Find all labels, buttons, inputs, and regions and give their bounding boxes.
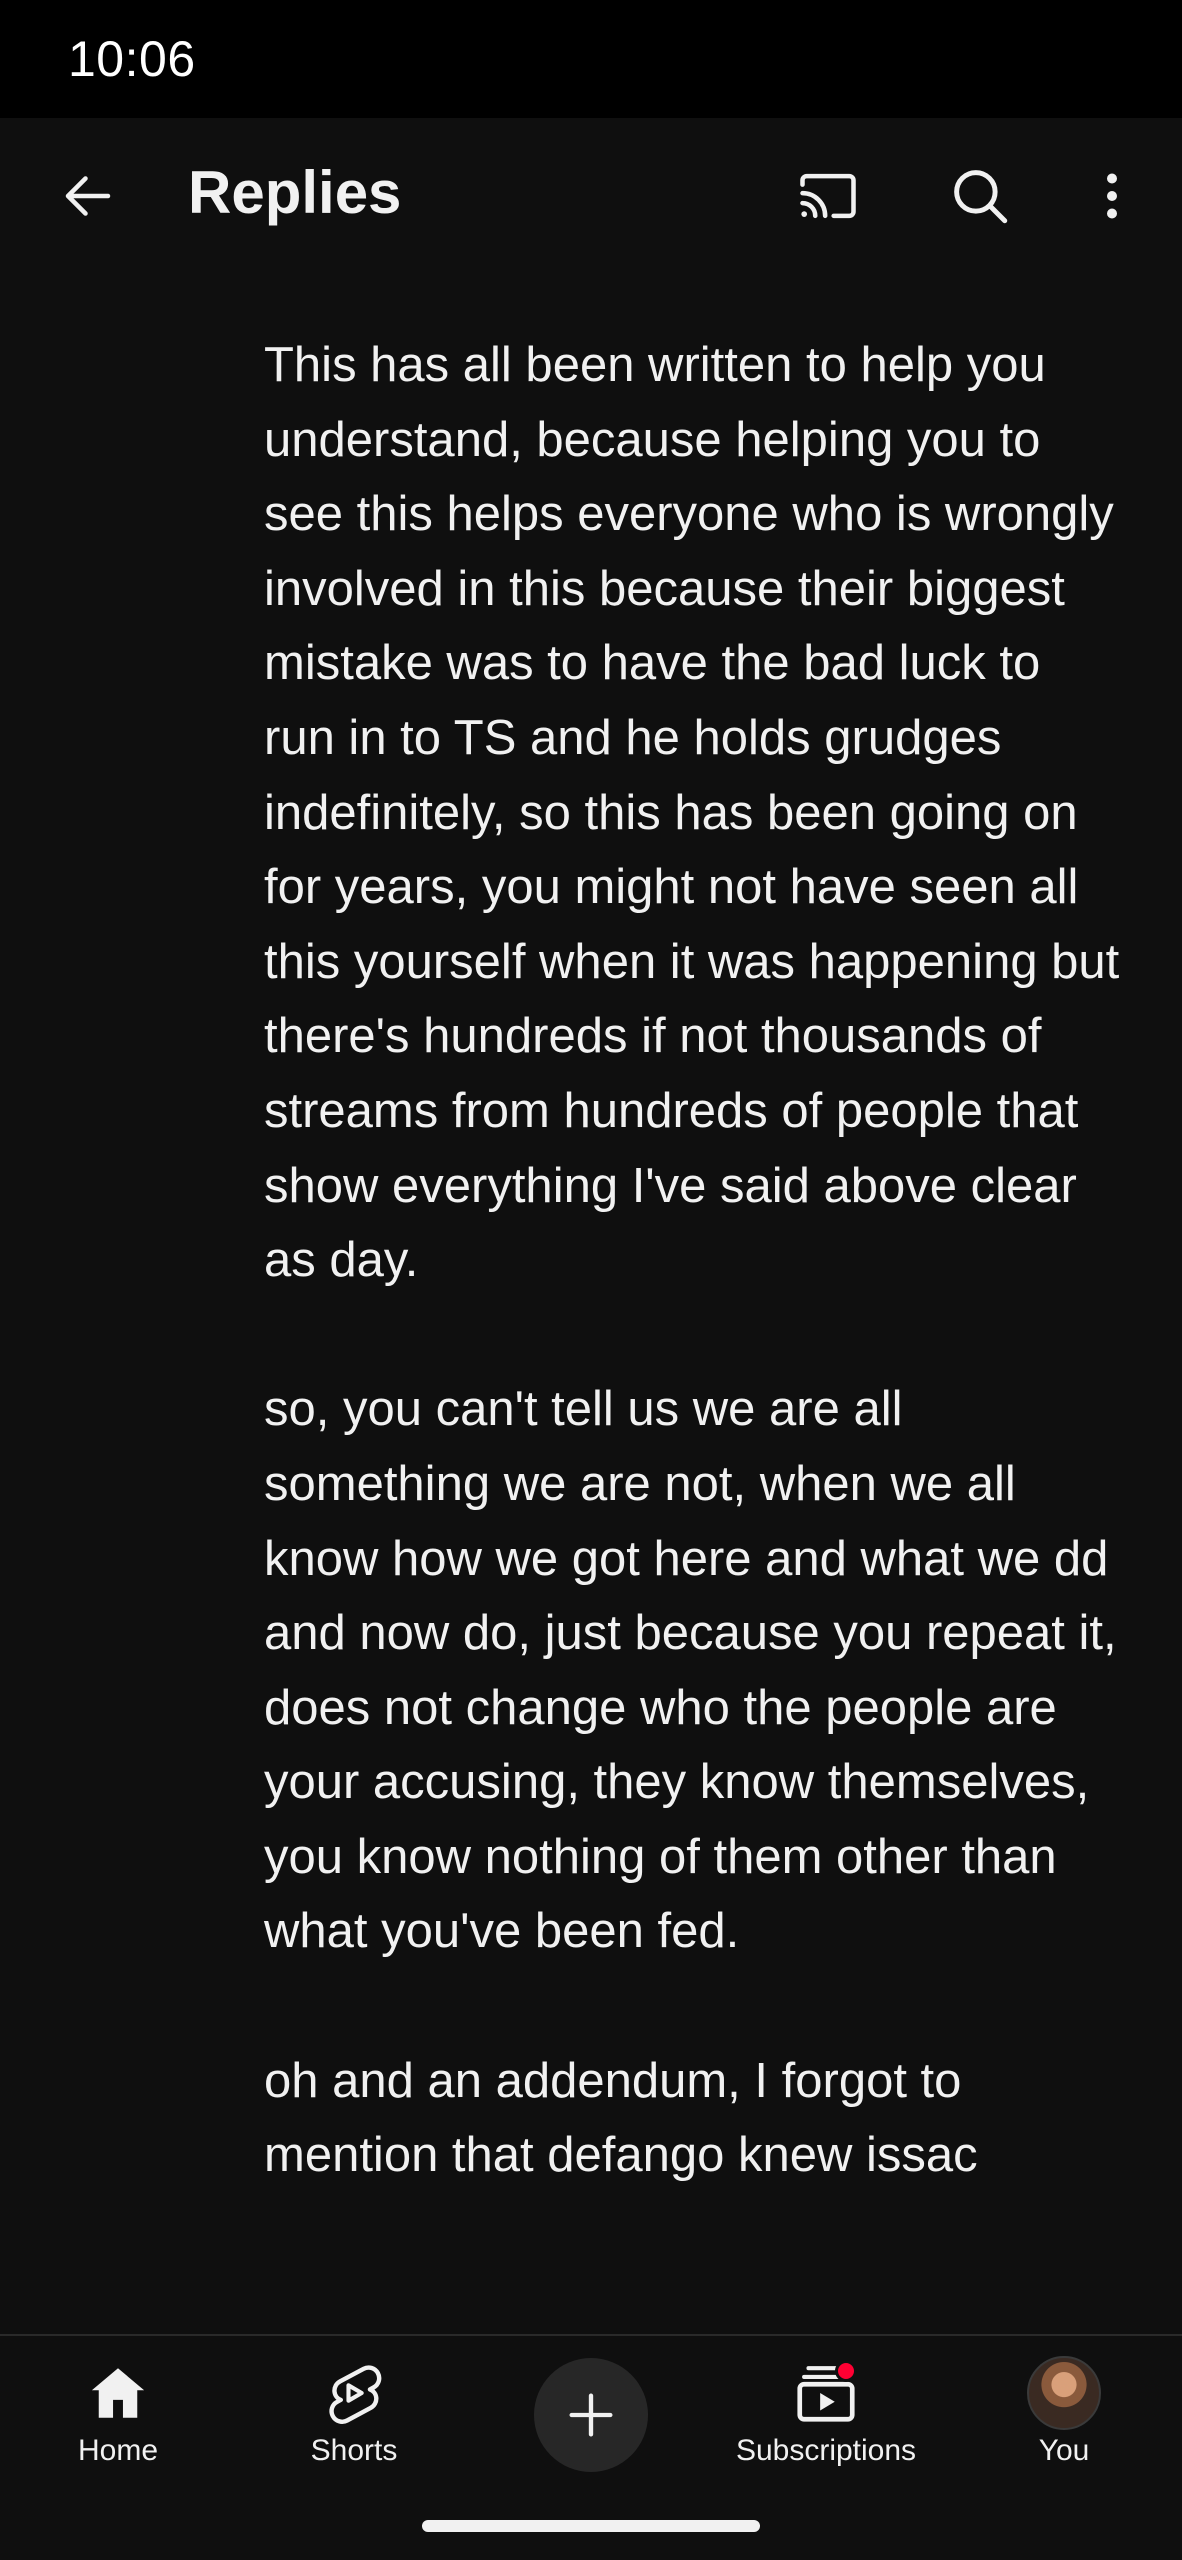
cast-icon (800, 173, 856, 219)
nav-you-label: You (1038, 2434, 1090, 2467)
nav-you[interactable]: You (946, 2336, 1182, 2486)
search-button[interactable] (932, 156, 1028, 236)
shorts-icon (329, 2365, 382, 2424)
nav-shorts[interactable]: Shorts (236, 2336, 472, 2486)
nav-subscriptions-label: Subscriptions (735, 2434, 917, 2467)
more-vert-icon (1107, 173, 1117, 219)
search-icon (954, 170, 1008, 224)
more-options-button[interactable] (1064, 156, 1160, 236)
reply-comment-text: This has all been written to help you un… (264, 338, 1120, 2183)
notification-badge (835, 2360, 857, 2382)
nav-subscriptions[interactable]: Subscriptions (708, 2336, 944, 2486)
avatar (1027, 2356, 1101, 2430)
app-bar: Replies (0, 118, 1182, 274)
cast-button[interactable] (780, 156, 876, 236)
back-arrow-icon (65, 176, 111, 216)
status-bar: 10:06 (0, 0, 1182, 118)
status-time: 10:06 (68, 31, 196, 87)
plus-icon (569, 2393, 613, 2437)
nav-shorts-label: Shorts (310, 2434, 398, 2467)
home-icon (91, 2368, 145, 2418)
home-indicator[interactable] (422, 2520, 760, 2532)
page-title: Replies (188, 159, 402, 226)
create-button[interactable] (534, 2358, 648, 2472)
nav-home-label: Home (77, 2434, 159, 2467)
replies-content[interactable]: This has all been written to help you un… (0, 274, 1182, 2334)
back-button[interactable] (40, 156, 136, 236)
nav-home[interactable]: Home (0, 2336, 236, 2486)
